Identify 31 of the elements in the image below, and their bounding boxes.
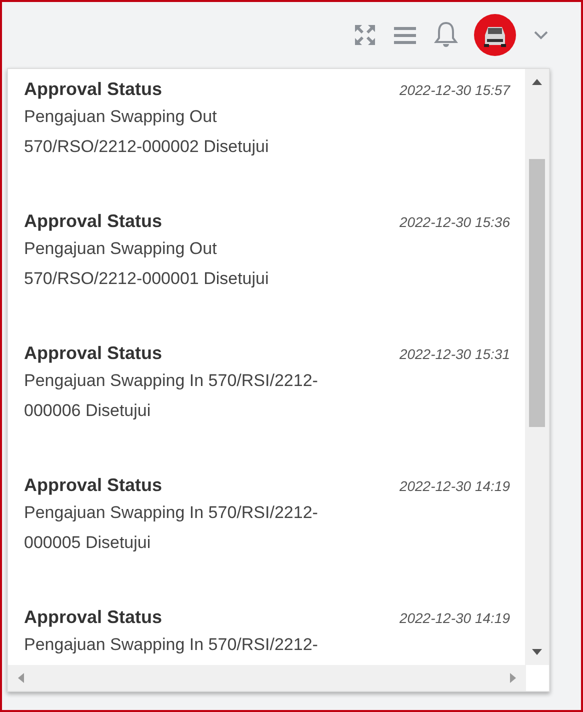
notification-item[interactable]: Approval Status 2022-12-30 14:19 Pengajuan Swapping In 570/RSI/2212-000005 Disetujui bbox=[8, 465, 526, 597]
notification-time: 2022-12-30 15:36 bbox=[399, 214, 510, 230]
notification-item[interactable]: Approval Status 2022-12-30 15:36 Pengajuan Swapping Out 570/RSO/2212-000001 Disetujui bbox=[8, 201, 526, 333]
notification-title: Approval Status bbox=[24, 79, 162, 100]
horizontal-scrollbar[interactable] bbox=[8, 665, 526, 691]
notification-message: Pengajuan Swapping In 570/RSI/2212-000005 Disetujui bbox=[24, 502, 319, 554]
notification-time: 2022-12-30 14:19 bbox=[399, 610, 510, 626]
notification-time: 2022-12-30 14:19 bbox=[399, 478, 510, 494]
scroll-down-icon[interactable] bbox=[532, 649, 542, 655]
notification-message: Pengajuan Swapping Out 570/RSO/2212-000001 Disetujui bbox=[24, 238, 270, 290]
notification-title: Approval Status bbox=[24, 343, 162, 364]
menu-icon[interactable] bbox=[393, 25, 417, 45]
notification-title: Approval Status bbox=[24, 475, 162, 496]
notification-title: Approval Status bbox=[24, 211, 162, 232]
notification-item[interactable]: Approval Status 2022-12-30 15:31 Pengajuan Swapping In 570/RSI/2212-000006 Disetujui bbox=[8, 333, 526, 465]
notification-message: Pengajuan Swapping In 570/RSI/2212-000006 Disetujui bbox=[24, 370, 319, 422]
notification-item[interactable]: Approval Status 2022-12-30 15:57 Pengajuan Swapping Out 570/RSO/2212-000002 Disetujui bbox=[8, 69, 526, 201]
notification-time: 2022-12-30 15:31 bbox=[399, 346, 510, 362]
notification-message: Pengajuan Swapping Out 570/RSO/2212-000002 Disetujui bbox=[24, 106, 270, 158]
scroll-up-icon[interactable] bbox=[532, 79, 542, 85]
scroll-right-icon[interactable] bbox=[510, 673, 516, 683]
fullscreen-icon[interactable] bbox=[353, 23, 377, 47]
vertical-scrollbar[interactable] bbox=[525, 69, 549, 665]
notification-message: Pengajuan Swapping In 570/RSI/2212- bbox=[24, 634, 319, 656]
scroll-left-icon[interactable] bbox=[18, 673, 24, 683]
avatar-car-icon[interactable] bbox=[473, 13, 517, 57]
notification-item[interactable]: Approval Status 2022-12-30 14:19 Pengajuan Swapping In 570/RSI/2212- bbox=[8, 597, 526, 665]
bell-icon[interactable] bbox=[433, 21, 459, 49]
notification-time: 2022-12-30 15:57 bbox=[399, 82, 510, 98]
chevron-down-icon[interactable] bbox=[533, 30, 549, 40]
notification-title: Approval Status bbox=[24, 607, 162, 628]
